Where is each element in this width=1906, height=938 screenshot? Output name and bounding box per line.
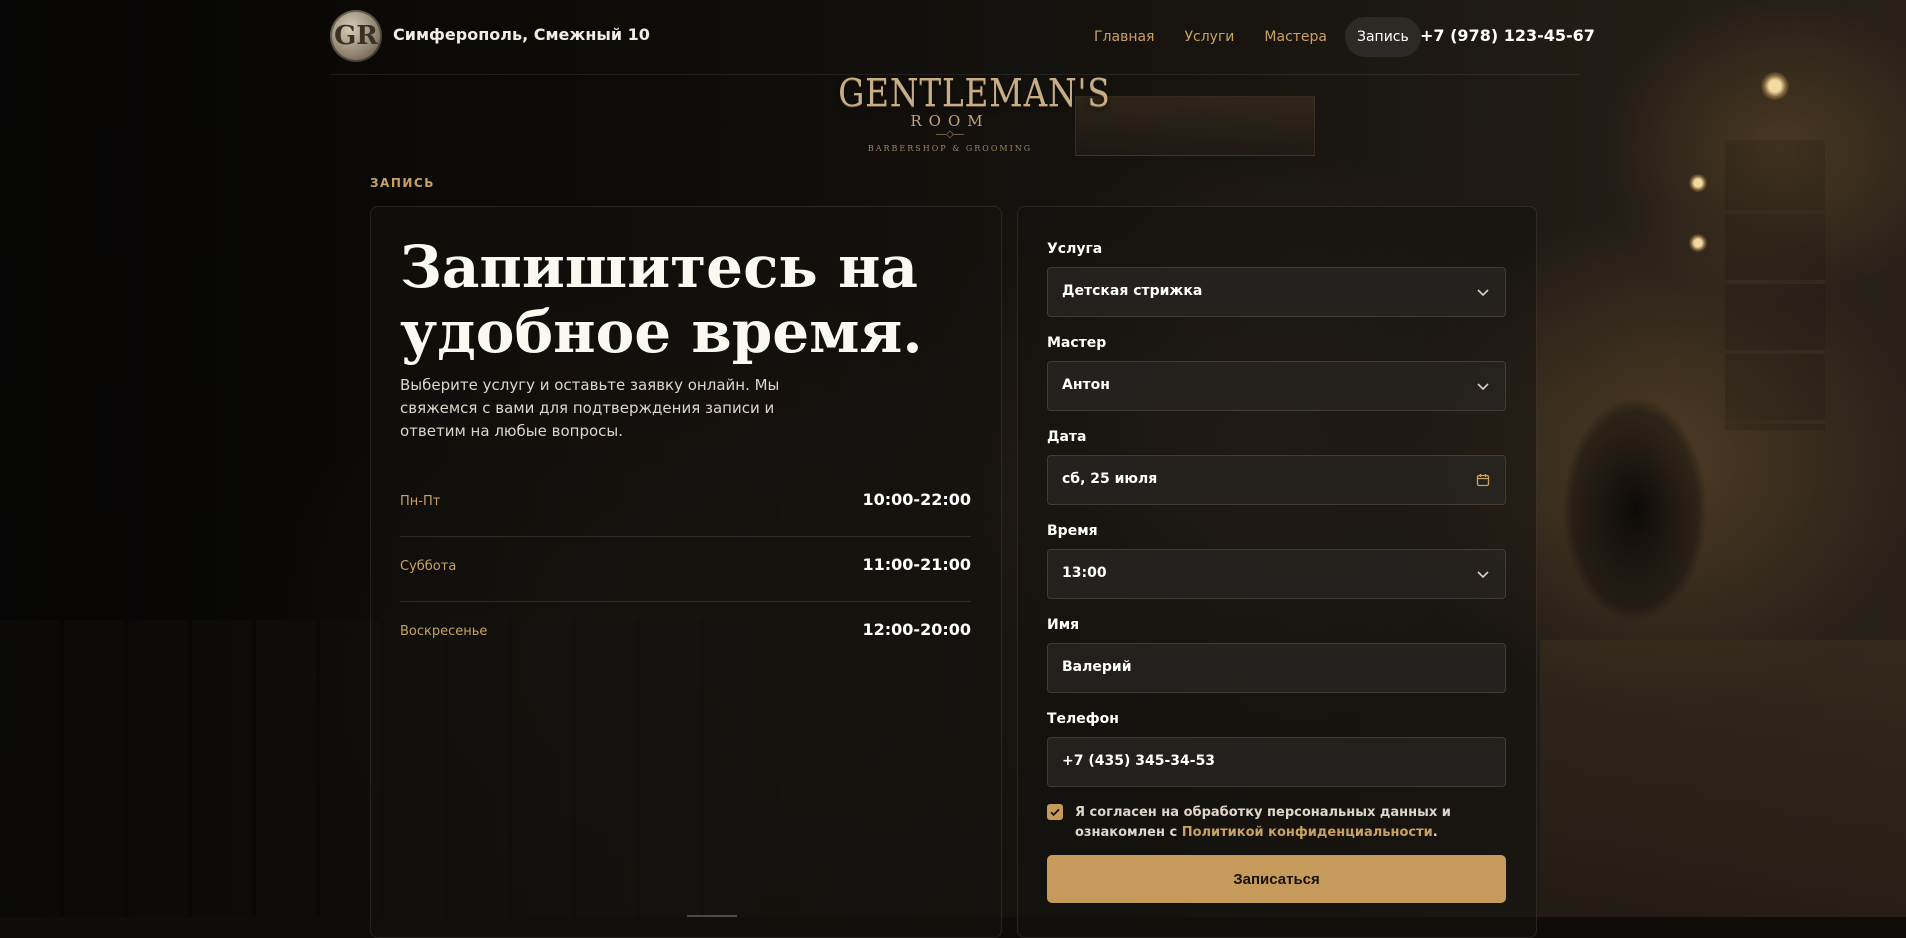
info-card: Запишитесь на удобное время. Выберите ус…	[370, 206, 1002, 938]
hours-row: Суббота 11:00-21:00	[400, 537, 971, 602]
section-label: ЗАПИСЬ	[370, 176, 435, 190]
consent-suffix: .	[1432, 825, 1438, 840]
phone-label: Телефон	[1047, 711, 1119, 727]
logo-badge[interactable]: GR	[330, 10, 382, 62]
chevron-down-icon	[1477, 571, 1489, 579]
date-value: сб, 25 июля	[1062, 471, 1158, 487]
brand-title: GENTLEMAN'S	[838, 71, 1111, 115]
nav-item-booking[interactable]: Запись	[1345, 17, 1421, 57]
chevron-down-icon	[1477, 289, 1489, 297]
date-input[interactable]: сб, 25 июля	[1047, 455, 1506, 505]
service-field: Услуга Детская стрижка	[1047, 239, 1506, 317]
brand-logo: GENTLEMAN'S ROOM ―◇― BARBERSHOP & GROOMI…	[820, 71, 1111, 153]
time-field: Время 13:00	[1047, 521, 1506, 599]
calendar-icon[interactable]	[1475, 472, 1491, 488]
phone-input[interactable]: +7 (435) 345-34-53	[1047, 737, 1506, 787]
submit-button[interactable]: Записаться	[1047, 855, 1506, 903]
site-header: GR Симферополь, Смежный 10 Главная Услуг…	[330, 0, 1595, 75]
opening-hours: Пн-Пт 10:00-22:00 Суббота 11:00-21:00 Во…	[400, 472, 971, 666]
hours-day: Суббота	[400, 559, 457, 574]
brand-tagline: BARBERSHOP & GROOMING	[867, 144, 1033, 153]
hours-day: Воскресенье	[400, 624, 488, 639]
booking-form: Услуга Детская стрижка Мастер Антон Дата…	[1017, 206, 1537, 938]
name-field: Имя Валерий	[1047, 615, 1506, 693]
name-value: Валерий	[1062, 659, 1132, 675]
service-value: Детская стрижка	[1062, 283, 1203, 299]
hours-row: Пн-Пт 10:00-22:00	[400, 472, 971, 537]
main-nav: Главная Услуги Мастера Запись	[1082, 16, 1427, 58]
service-label: Услуга	[1047, 241, 1103, 257]
master-label: Мастер	[1047, 335, 1107, 351]
date-field: Дата сб, 25 июля	[1047, 427, 1506, 505]
address: Симферополь, Смежный 10	[393, 25, 650, 44]
time-label: Время	[1047, 523, 1098, 539]
master-field: Мастер Антон	[1047, 333, 1506, 411]
name-label: Имя	[1047, 617, 1080, 633]
nav-item-services[interactable]: Услуги	[1172, 17, 1246, 57]
name-input[interactable]: Валерий	[1047, 643, 1506, 693]
master-select[interactable]: Антон	[1047, 361, 1506, 411]
privacy-policy-link[interactable]: Политикой конфиденциальности	[1182, 825, 1433, 840]
time-value: 13:00	[1062, 565, 1107, 581]
hours-day: Пн-Пт	[400, 494, 441, 509]
wall-plaque	[1075, 96, 1315, 156]
master-value: Антон	[1062, 377, 1110, 393]
phone-field: Телефон +7 (435) 345-34-53	[1047, 709, 1506, 787]
consent-checkbox[interactable]	[1047, 804, 1063, 820]
time-select[interactable]: 13:00	[1047, 549, 1506, 599]
phone-value: +7 (435) 345-34-53	[1062, 753, 1216, 769]
nav-item-masters[interactable]: Мастера	[1252, 17, 1339, 57]
page-description: Выберите услугу и оставьте заявку онлайн…	[400, 376, 780, 440]
logo-letters: GR	[334, 21, 378, 51]
page-title: Запишитесь на удобное время.	[400, 233, 923, 366]
date-label: Дата	[1047, 429, 1087, 445]
service-select[interactable]: Детская стрижка	[1047, 267, 1506, 317]
header-phone-link[interactable]: +7 (978) 123-45-67	[1420, 26, 1595, 45]
hours-time: 11:00-21:00	[862, 555, 972, 574]
nav-item-home[interactable]: Главная	[1082, 17, 1166, 57]
hours-row: Воскресенье 12:00-20:00	[400, 602, 971, 666]
hours-time: 10:00-22:00	[862, 490, 972, 509]
consent-text: Я согласен на обработку персональных дан…	[1075, 803, 1506, 843]
consent-block: Я согласен на обработку персональных дан…	[1047, 803, 1506, 843]
checkmark-icon	[1050, 808, 1060, 817]
chevron-down-icon	[1477, 383, 1489, 391]
ornament-icon: ―◇―	[936, 129, 964, 140]
hours-time: 12:00-20:00	[862, 620, 972, 639]
